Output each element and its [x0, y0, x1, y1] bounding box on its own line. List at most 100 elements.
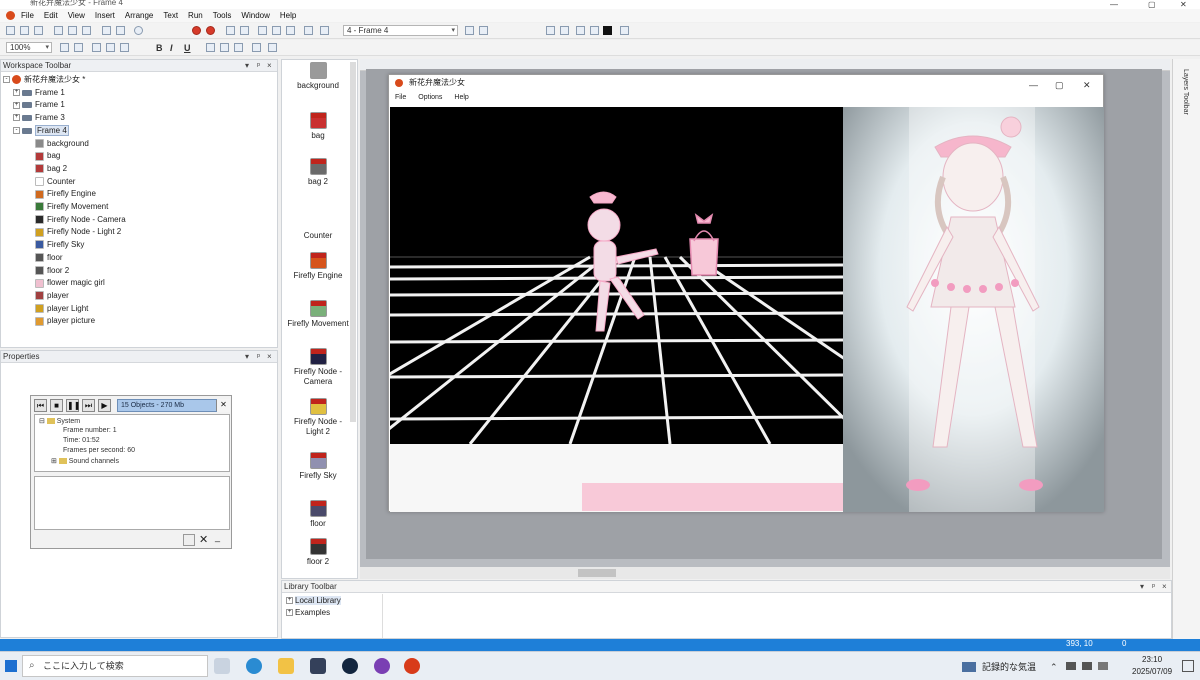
save-icon[interactable]	[34, 26, 43, 35]
restart-button[interactable]: ⏮	[34, 399, 47, 412]
dropdown-icon[interactable]: ▾	[245, 60, 249, 72]
menu-edit[interactable]: Edit	[39, 11, 63, 20]
align-icon-1[interactable]	[546, 26, 555, 35]
windows-start-icon[interactable]	[5, 660, 17, 672]
zoom-select[interactable]: 100% ▾	[6, 42, 52, 53]
tree-object-item[interactable]: floor	[35, 252, 63, 264]
menu-view[interactable]: View	[63, 11, 90, 20]
tree-object-item[interactable]: player picture	[35, 315, 95, 327]
layout-icon-6[interactable]	[304, 26, 313, 35]
tree-frame-3[interactable]: + Frame 3	[13, 112, 65, 124]
maximize-icon[interactable]: ▢	[1148, 0, 1156, 9]
frame-object-item[interactable]: Counter	[282, 212, 354, 241]
frame-object-item[interactable]: bag 2	[282, 158, 354, 187]
collapse-icon[interactable]: -	[3, 76, 10, 84]
pin-icon[interactable]: ᵖ	[257, 60, 260, 72]
library-item-examples[interactable]: + Examples	[286, 607, 330, 619]
clock-date[interactable]: 2025/07/09	[1132, 667, 1172, 676]
bold-button[interactable]: B	[156, 43, 163, 53]
paste-icon[interactable]	[82, 26, 91, 35]
frame-object-item[interactable]: Firefly Node - Camera	[282, 348, 354, 387]
clock-time[interactable]: 23:10	[1142, 655, 1162, 664]
library-item-local[interactable]: + Local Library	[286, 595, 341, 607]
game-window[interactable]: 新花弁魔法少女 — ▢ ✕ File Options Help	[388, 74, 1104, 512]
align-icon-3[interactable]	[576, 26, 585, 35]
system-node[interactable]: ⊟ System	[39, 417, 80, 425]
undo-icon[interactable]	[102, 26, 111, 35]
frame-object-item[interactable]: Firefly Movement	[282, 300, 354, 329]
steam-icon[interactable]	[342, 658, 358, 674]
tree-object-item[interactable]: bag 2	[35, 163, 67, 175]
pause-button[interactable]: ❚❚	[66, 399, 80, 412]
menu-run[interactable]: Run	[183, 11, 208, 20]
frame-object-item[interactable]: floor	[282, 500, 354, 529]
frame-object-item[interactable]: Firefly Engine	[282, 252, 354, 281]
menu-text[interactable]: Text	[158, 11, 183, 20]
grid-icon[interactable]	[92, 43, 101, 52]
tree-object-item[interactable]: Firefly Node - Light 2	[35, 226, 121, 238]
text-icon-1[interactable]	[252, 43, 261, 52]
color-icon[interactable]	[603, 26, 612, 35]
sound-channels-node[interactable]: ⊞ Sound channels	[51, 457, 119, 465]
edge-icon[interactable]	[246, 658, 262, 674]
tree-object-item[interactable]: player Light	[35, 303, 88, 315]
tree-object-item[interactable]: player	[35, 290, 69, 302]
task-view-icon[interactable]	[214, 658, 230, 674]
stop-icon[interactable]	[192, 26, 201, 35]
align-icon-4[interactable]	[590, 26, 599, 35]
dropdown-icon[interactable]: ▾	[1140, 581, 1144, 593]
new-icon[interactable]	[6, 26, 15, 35]
minimize-icon[interactable]: _	[215, 532, 220, 542]
tree-object-item[interactable]: Firefly Movement	[35, 201, 108, 213]
app-icon-purple[interactable]	[374, 658, 390, 674]
file-explorer-icon[interactable]	[278, 658, 294, 674]
close-icon[interactable]: ×	[267, 60, 272, 72]
pin-icon[interactable]: ᵖ	[257, 351, 260, 363]
next-frame-icon[interactable]	[479, 26, 488, 35]
layout-icon-7[interactable]	[320, 26, 329, 35]
game-menu-file[interactable]: File	[389, 91, 412, 105]
close-icon[interactable]: ✕	[217, 399, 230, 412]
tray-chevron-icon[interactable]: ⌃	[1050, 662, 1058, 673]
copy-icon[interactable]	[68, 26, 77, 35]
record-icon[interactable]	[206, 26, 215, 35]
game-menu-help[interactable]: Help	[448, 91, 474, 105]
tree-object-item[interactable]: Firefly Node - Camera	[35, 214, 126, 226]
close-icon[interactable]: ×	[267, 351, 272, 363]
notification-icon[interactable]	[1182, 660, 1194, 672]
play-button[interactable]: ▶	[98, 399, 111, 412]
frame-object-item[interactable]: bag	[282, 112, 354, 141]
font-icon[interactable]	[120, 43, 129, 52]
cut-icon[interactable]	[54, 26, 63, 35]
open-icon[interactable]	[20, 26, 29, 35]
tree-frame-1[interactable]: + Frame 1	[13, 87, 65, 99]
menu-arrange[interactable]: Arrange	[120, 11, 158, 20]
expand-icon[interactable]: +	[13, 89, 20, 97]
menu-help[interactable]: Help	[275, 11, 301, 20]
step-button[interactable]: ⏭	[82, 399, 95, 412]
expand-icon[interactable]: +	[13, 114, 20, 122]
add-icon[interactable]	[183, 534, 195, 546]
tree-object-item[interactable]: floor 2	[35, 265, 69, 277]
align-right-icon[interactable]	[234, 43, 243, 52]
horizontal-scrollbar[interactable]	[360, 567, 1170, 579]
tree-object-item[interactable]: Counter	[35, 176, 75, 188]
frame-object-item[interactable]: Firefly Node - Light 2	[282, 398, 354, 437]
scrollbar-thumb[interactable]	[578, 569, 616, 577]
text-icon-2[interactable]	[268, 43, 277, 52]
align-icon-5[interactable]	[620, 26, 629, 35]
taskbar-search[interactable]: ⌕ ここに入力して検索	[22, 655, 208, 677]
close-icon[interactable]: ×	[1162, 581, 1167, 593]
hand-icon[interactable]	[60, 43, 69, 52]
align-left-icon[interactable]	[206, 43, 215, 52]
stop-button[interactable]: ■	[50, 399, 63, 412]
expand-icon[interactable]: +	[13, 101, 20, 109]
network-icon[interactable]	[1066, 662, 1076, 670]
align-icon-2[interactable]	[560, 26, 569, 35]
minimize-icon[interactable]: —	[1110, 0, 1118, 9]
frame-object-item[interactable]: background	[282, 62, 354, 91]
tree-object-item[interactable]: bag	[35, 150, 60, 162]
tree-object-item[interactable]: Firefly Engine	[35, 188, 96, 200]
align-center-icon[interactable]	[220, 43, 229, 52]
tree-object-item[interactable]: flower magic girl	[35, 277, 105, 289]
